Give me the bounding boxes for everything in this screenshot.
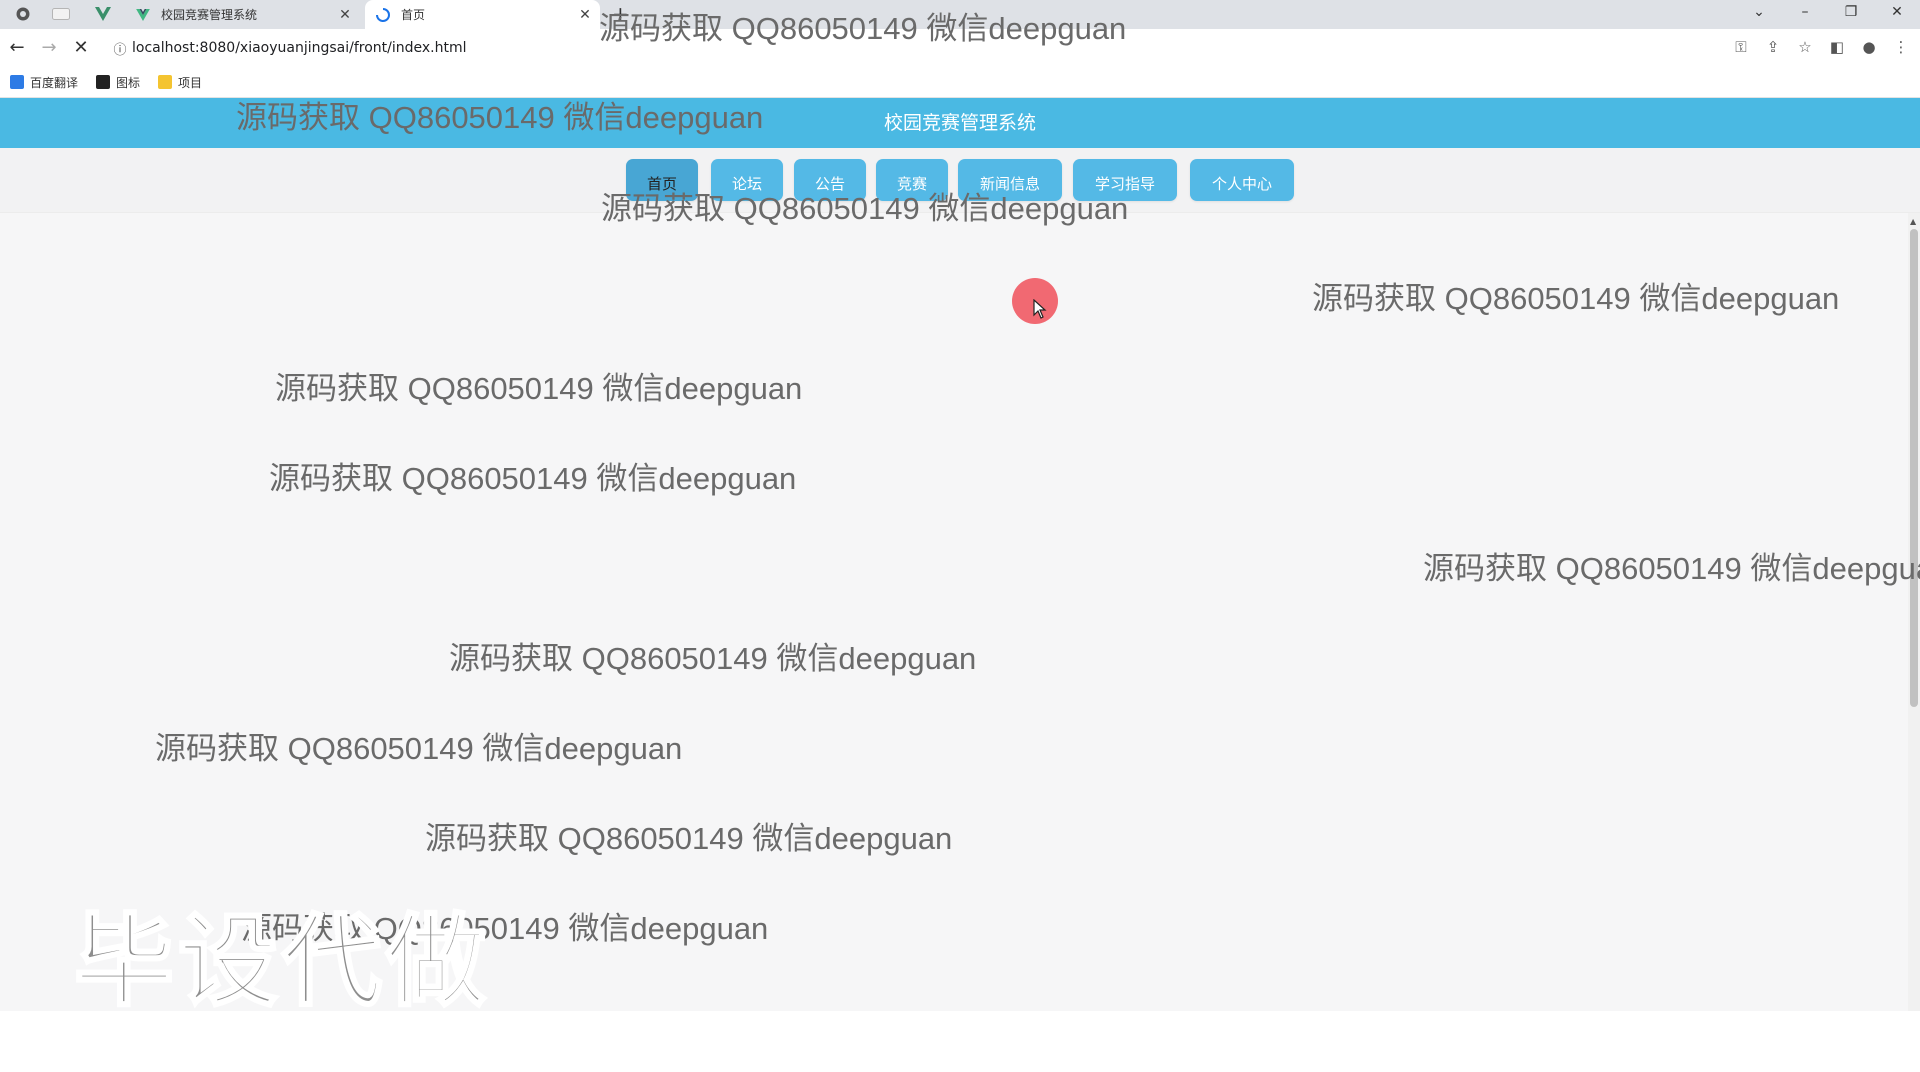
mouse-pointer-icon xyxy=(1033,299,1047,319)
bookmark-star-icon[interactable]: ☆ xyxy=(1796,37,1814,57)
icon-library-icon xyxy=(96,75,111,89)
site-title: 校园竞赛管理系统 xyxy=(883,112,1036,134)
stop-loading-icon[interactable]: ✕ xyxy=(70,37,92,59)
side-panel-icon[interactable]: ◧ xyxy=(1828,37,1846,57)
back-arrow-icon[interactable]: ← xyxy=(6,37,28,59)
restore-icon[interactable]: ❐ xyxy=(1828,0,1874,29)
vue-logo-icon xyxy=(135,7,151,23)
watermark-text: 源码获取 QQ86050149 微信deepguan xyxy=(599,11,1127,46)
key-icon[interactable]: ⚿ xyxy=(1732,37,1750,57)
watermark-text: 源码获取 QQ86050149 微信deepguan xyxy=(425,821,953,856)
folder-icon xyxy=(158,75,173,89)
watermark-text: 源码获取 QQ86050149 微信deepguan xyxy=(1423,551,1920,586)
tab-close-icon[interactable]: ✕ xyxy=(336,7,354,23)
loading-spinner-icon xyxy=(375,7,391,23)
bookmark-label: 百度翻译 xyxy=(30,75,79,90)
tab-list-chevron-icon[interactable]: ⌄ xyxy=(1736,0,1782,29)
profile-avatar-icon[interactable]: ● xyxy=(1860,37,1878,57)
scroll-up-arrow-icon[interactable]: ▲ xyxy=(1910,217,1916,226)
menu-kebab-icon[interactable]: ⋮ xyxy=(1892,37,1910,57)
address-bar-actions: ⚿ ⇪ ☆ ◧ ● ⋮ xyxy=(1732,37,1910,57)
scrollbar-thumb[interactable] xyxy=(1910,229,1918,707)
tab-home[interactable]: 首页 ✕ xyxy=(365,0,600,29)
watermark-text: 源码获取 QQ86050149 微信deepguan xyxy=(236,100,764,135)
bookmark-project[interactable]: 项目 xyxy=(158,74,202,91)
watermark-text: 源码获取 QQ86050149 微信deepguan xyxy=(275,371,803,406)
tab-close-icon[interactable]: ✕ xyxy=(576,7,594,23)
big-watermark: 毕设代做 xyxy=(73,902,490,1022)
tab-group-icon[interactable] xyxy=(50,4,72,24)
minimize-icon[interactable]: – xyxy=(1782,0,1828,29)
tab-search-icon[interactable] xyxy=(12,4,34,24)
share-icon[interactable]: ⇪ xyxy=(1764,37,1782,57)
bookmark-label: 项目 xyxy=(178,75,203,90)
nav-personal-center[interactable]: 个人中心 xyxy=(1190,159,1294,201)
watermark-text: 源码获取 QQ86050149 微信deepguan xyxy=(269,461,797,496)
watermark-text: 源码获取 QQ86050149 微信deepguan xyxy=(601,191,1129,226)
watermark-text: 源码获取 QQ86050149 微信deepguan xyxy=(449,641,977,676)
close-window-icon[interactable]: ✕ xyxy=(1874,0,1920,29)
forward-arrow-icon[interactable]: → xyxy=(38,37,60,59)
bookmark-label: 图标 xyxy=(116,75,141,90)
url-text: localhost:8080/xiaoyuanjingsai/front/ind… xyxy=(132,40,467,56)
tab-competition-system[interactable]: 校园竞赛管理系统 ✕ xyxy=(125,0,360,29)
tab-title: 首页 xyxy=(401,8,426,22)
tab-title: 校园竞赛管理系统 xyxy=(161,8,258,22)
watermark-text: 源码获取 QQ86050149 微信deepguan xyxy=(155,731,683,766)
vue-favicon-icon[interactable] xyxy=(92,4,114,24)
bookmark-baidu-translate[interactable]: 百度翻译 xyxy=(10,74,78,91)
window-controls: ⌄ – ❐ ✕ xyxy=(1736,0,1920,29)
translate-icon xyxy=(10,75,24,89)
watermark-text: 源码获取 QQ86050149 微信deepguan xyxy=(1312,281,1840,316)
site-info-icon[interactable]: ⓘ xyxy=(108,39,132,58)
page-scrollbar[interactable]: ▲ xyxy=(1908,213,1920,1011)
bookmark-icons[interactable]: 图标 xyxy=(96,74,140,91)
